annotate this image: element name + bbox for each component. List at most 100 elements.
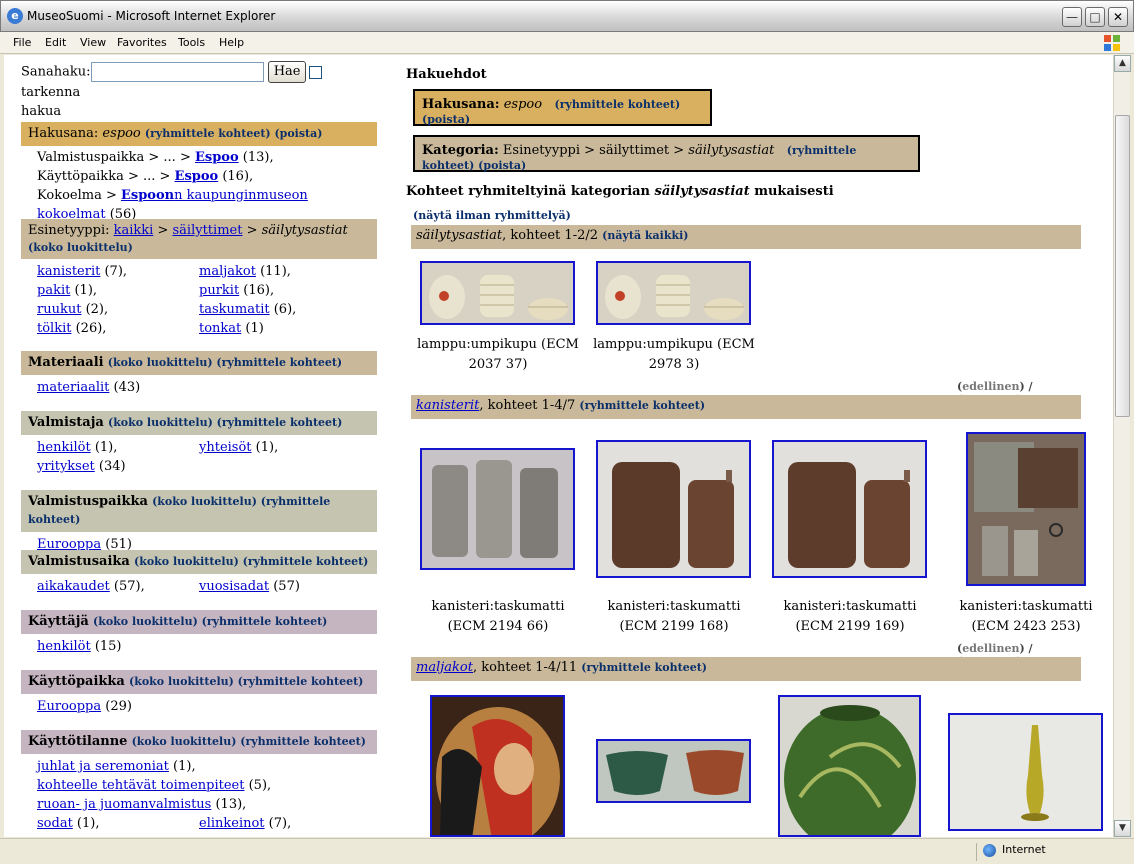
facet-item[interactable]: vuosisadat xyxy=(199,579,269,594)
ungrouped-link[interactable]: (näytä ilman ryhmittelyä) xyxy=(413,209,571,222)
scroll-up-icon[interactable]: ▲ xyxy=(1114,55,1131,72)
item-thumbnail[interactable] xyxy=(420,261,575,325)
facet-item[interactable]: sodat xyxy=(37,816,73,831)
item-thumbnail[interactable] xyxy=(430,695,565,837)
globe-icon xyxy=(983,843,996,857)
remove-link[interactable]: poista xyxy=(427,113,465,126)
facet-kayttopaikka: Käyttöpaikka (koko luokittelu) (ryhmitte… xyxy=(21,670,377,716)
menu-favorites[interactable]: Favorites xyxy=(117,36,167,49)
facet-header: Käyttäjä (koko luokittelu) (ryhmittele k… xyxy=(21,610,377,634)
item-caption[interactable]: lamppu:umpikupu (ECM 2037 37) xyxy=(412,335,584,375)
item-thumbnail[interactable] xyxy=(596,739,751,803)
windows-logo-icon xyxy=(1104,35,1120,51)
menu-edit[interactable]: Edit xyxy=(45,36,66,49)
item-thumbnail[interactable] xyxy=(966,432,1086,586)
item-thumbnail[interactable] xyxy=(596,440,751,578)
facet-item[interactable]: henkilöt xyxy=(37,440,91,455)
group-link[interactable]: ryhmittele kohteet xyxy=(245,735,360,748)
grouped-heading: Kohteet ryhmiteltyinä kategorian säilyty… xyxy=(406,184,834,199)
menu-tools[interactable]: Tools xyxy=(178,36,205,49)
facet-item[interactable]: purkit xyxy=(199,283,239,298)
group-band-sailytysastiat: säilytysastiat, kohteet 1-2/2 (näytä kai… xyxy=(411,225,1081,249)
group-link[interactable]: ryhmittele kohteet xyxy=(222,416,337,429)
group-link[interactable]: ryhmittele kohteet xyxy=(586,661,701,674)
vertical-scrollbar[interactable]: ▲ ▼ xyxy=(1113,55,1131,837)
facet-kayttaja: Käyttäjä (koko luokittelu) (ryhmittele k… xyxy=(21,610,377,656)
close-button[interactable]: ✕ xyxy=(1108,7,1128,27)
group-link[interactable]: ryhmittele kohteet xyxy=(248,555,363,568)
item-caption[interactable]: kanisteri:taskumatti (ECM 2194 66) xyxy=(412,597,584,637)
facet-item[interactable]: pakit xyxy=(37,283,70,298)
scroll-thumb[interactable] xyxy=(1115,115,1130,417)
facet-item[interactable]: henkilöt xyxy=(37,639,91,654)
menu-view[interactable]: View xyxy=(80,36,106,49)
refine-checkbox[interactable] xyxy=(309,65,323,79)
facet-hakusana: Hakusana: espoo (ryhmittele kohteet) (po… xyxy=(21,122,377,224)
crumb-sailyttimet[interactable]: säilyttimet xyxy=(173,223,243,238)
full-classification-link[interactable]: koko luokittelu xyxy=(33,241,127,254)
full-classification-link[interactable]: koko luokittelu xyxy=(157,495,251,508)
group-link-kanisterit[interactable]: kanisterit xyxy=(416,398,479,413)
item-caption[interactable]: kanisteri:taskumatti (ECM 2423 253) xyxy=(940,597,1112,637)
group-link-maljakot[interactable]: maljakot xyxy=(416,660,473,675)
group-link[interactable]: ryhmittele kohteet xyxy=(207,615,322,628)
group-link[interactable]: ryhmittele kohteet xyxy=(150,127,265,140)
full-classification-link[interactable]: koko luokittelu xyxy=(139,555,233,568)
search-input[interactable] xyxy=(90,62,264,82)
full-classification-link[interactable]: koko luokittelu xyxy=(113,356,207,369)
show-all-link[interactable]: näytä kaikki xyxy=(607,229,683,242)
full-classification-link[interactable]: koko luokittelu xyxy=(134,675,228,688)
facet-item[interactable]: ruukut xyxy=(37,302,81,317)
facet-item[interactable]: yhteisöt xyxy=(199,440,252,455)
facet-item[interactable]: taskumatit xyxy=(199,302,270,317)
group-link[interactable]: ryhmittele kohteet xyxy=(560,98,675,111)
facet-body: materiaalit (43) xyxy=(37,380,141,395)
espoo-link[interactable]: Espoo xyxy=(175,169,219,184)
full-classification-link[interactable]: koko luokittelu xyxy=(113,416,207,429)
espoo-link[interactable]: Espoo xyxy=(195,150,239,165)
full-classification-link[interactable]: koko luokittelu xyxy=(137,735,231,748)
item-thumbnail[interactable] xyxy=(596,261,751,325)
facet-item[interactable]: juhlat ja seremoniat xyxy=(37,759,169,774)
full-classification-link[interactable]: koko luokittelu xyxy=(98,615,192,628)
item-thumbnail[interactable] xyxy=(948,713,1103,831)
facet-item[interactable]: kohteelle tehtävät toimenpiteet xyxy=(37,778,244,793)
remove-link[interactable]: poista xyxy=(280,127,318,140)
facet-item[interactable]: ruoan- ja juomanvalmistus xyxy=(37,797,211,812)
maximize-button[interactable]: □ xyxy=(1085,7,1105,27)
facet-item[interactable]: materiaalit xyxy=(37,380,109,395)
crumb-kaikki[interactable]: kaikki xyxy=(114,223,154,238)
item-thumbnail[interactable] xyxy=(772,440,927,578)
menu-help[interactable]: Help xyxy=(219,36,244,49)
item-thumbnail[interactable] xyxy=(778,695,921,837)
item-thumbnail[interactable] xyxy=(420,448,575,570)
remove-link[interactable]: poista xyxy=(483,159,521,172)
facet-item[interactable]: kanisterit xyxy=(37,264,100,279)
item-caption[interactable]: lamppu:umpikupu (ECM 2978 3) xyxy=(588,335,760,375)
prev-link[interactable]: edellinen xyxy=(962,642,1019,655)
prev-link[interactable]: edellinen xyxy=(962,380,1019,393)
facet-item[interactable]: tonkat xyxy=(199,321,241,336)
facet-item[interactable]: yritykset xyxy=(37,459,95,474)
menu-file[interactable]: File xyxy=(13,36,31,49)
facet-item[interactable]: tölkit xyxy=(37,321,71,336)
facet-header: Valmistusaika (koko luokittelu) (ryhmitt… xyxy=(21,550,377,574)
search-button[interactable]: Hae xyxy=(267,61,307,83)
facet-valmistaja: Valmistaja (koko luokittelu) (ryhmittele… xyxy=(21,411,377,476)
search-label: Sanahaku: xyxy=(21,64,91,80)
facet-item[interactable]: maljakot xyxy=(199,264,256,279)
facet-item[interactable]: Eurooppa xyxy=(37,699,101,714)
facet-body: Eurooppa (29) xyxy=(37,699,132,714)
scroll-down-icon[interactable]: ▼ xyxy=(1114,820,1131,837)
group-link[interactable]: ryhmittele kohteet xyxy=(243,675,358,688)
minimize-button[interactable]: — xyxy=(1062,7,1082,27)
facet-header: Esinetyyppi: kaikki > säilyttimet > säil… xyxy=(21,219,377,259)
group-link[interactable]: ryhmittele kohteet xyxy=(585,399,700,412)
facet-item[interactable]: elinkeinot xyxy=(199,816,265,831)
item-caption[interactable]: kanisteri:taskumatti (ECM 2199 169) xyxy=(764,597,936,637)
group-link[interactable]: ryhmittele kohteet xyxy=(222,356,337,369)
item-caption[interactable]: kanisteri:taskumatti (ECM 2199 168) xyxy=(588,597,760,637)
facet-header: Käyttöpaikka (koko luokittelu) (ryhmitte… xyxy=(21,670,377,694)
search-form: Sanahaku: Hae tarkenna hakua xyxy=(21,61,377,121)
facet-item[interactable]: aikakaudet xyxy=(37,579,110,594)
